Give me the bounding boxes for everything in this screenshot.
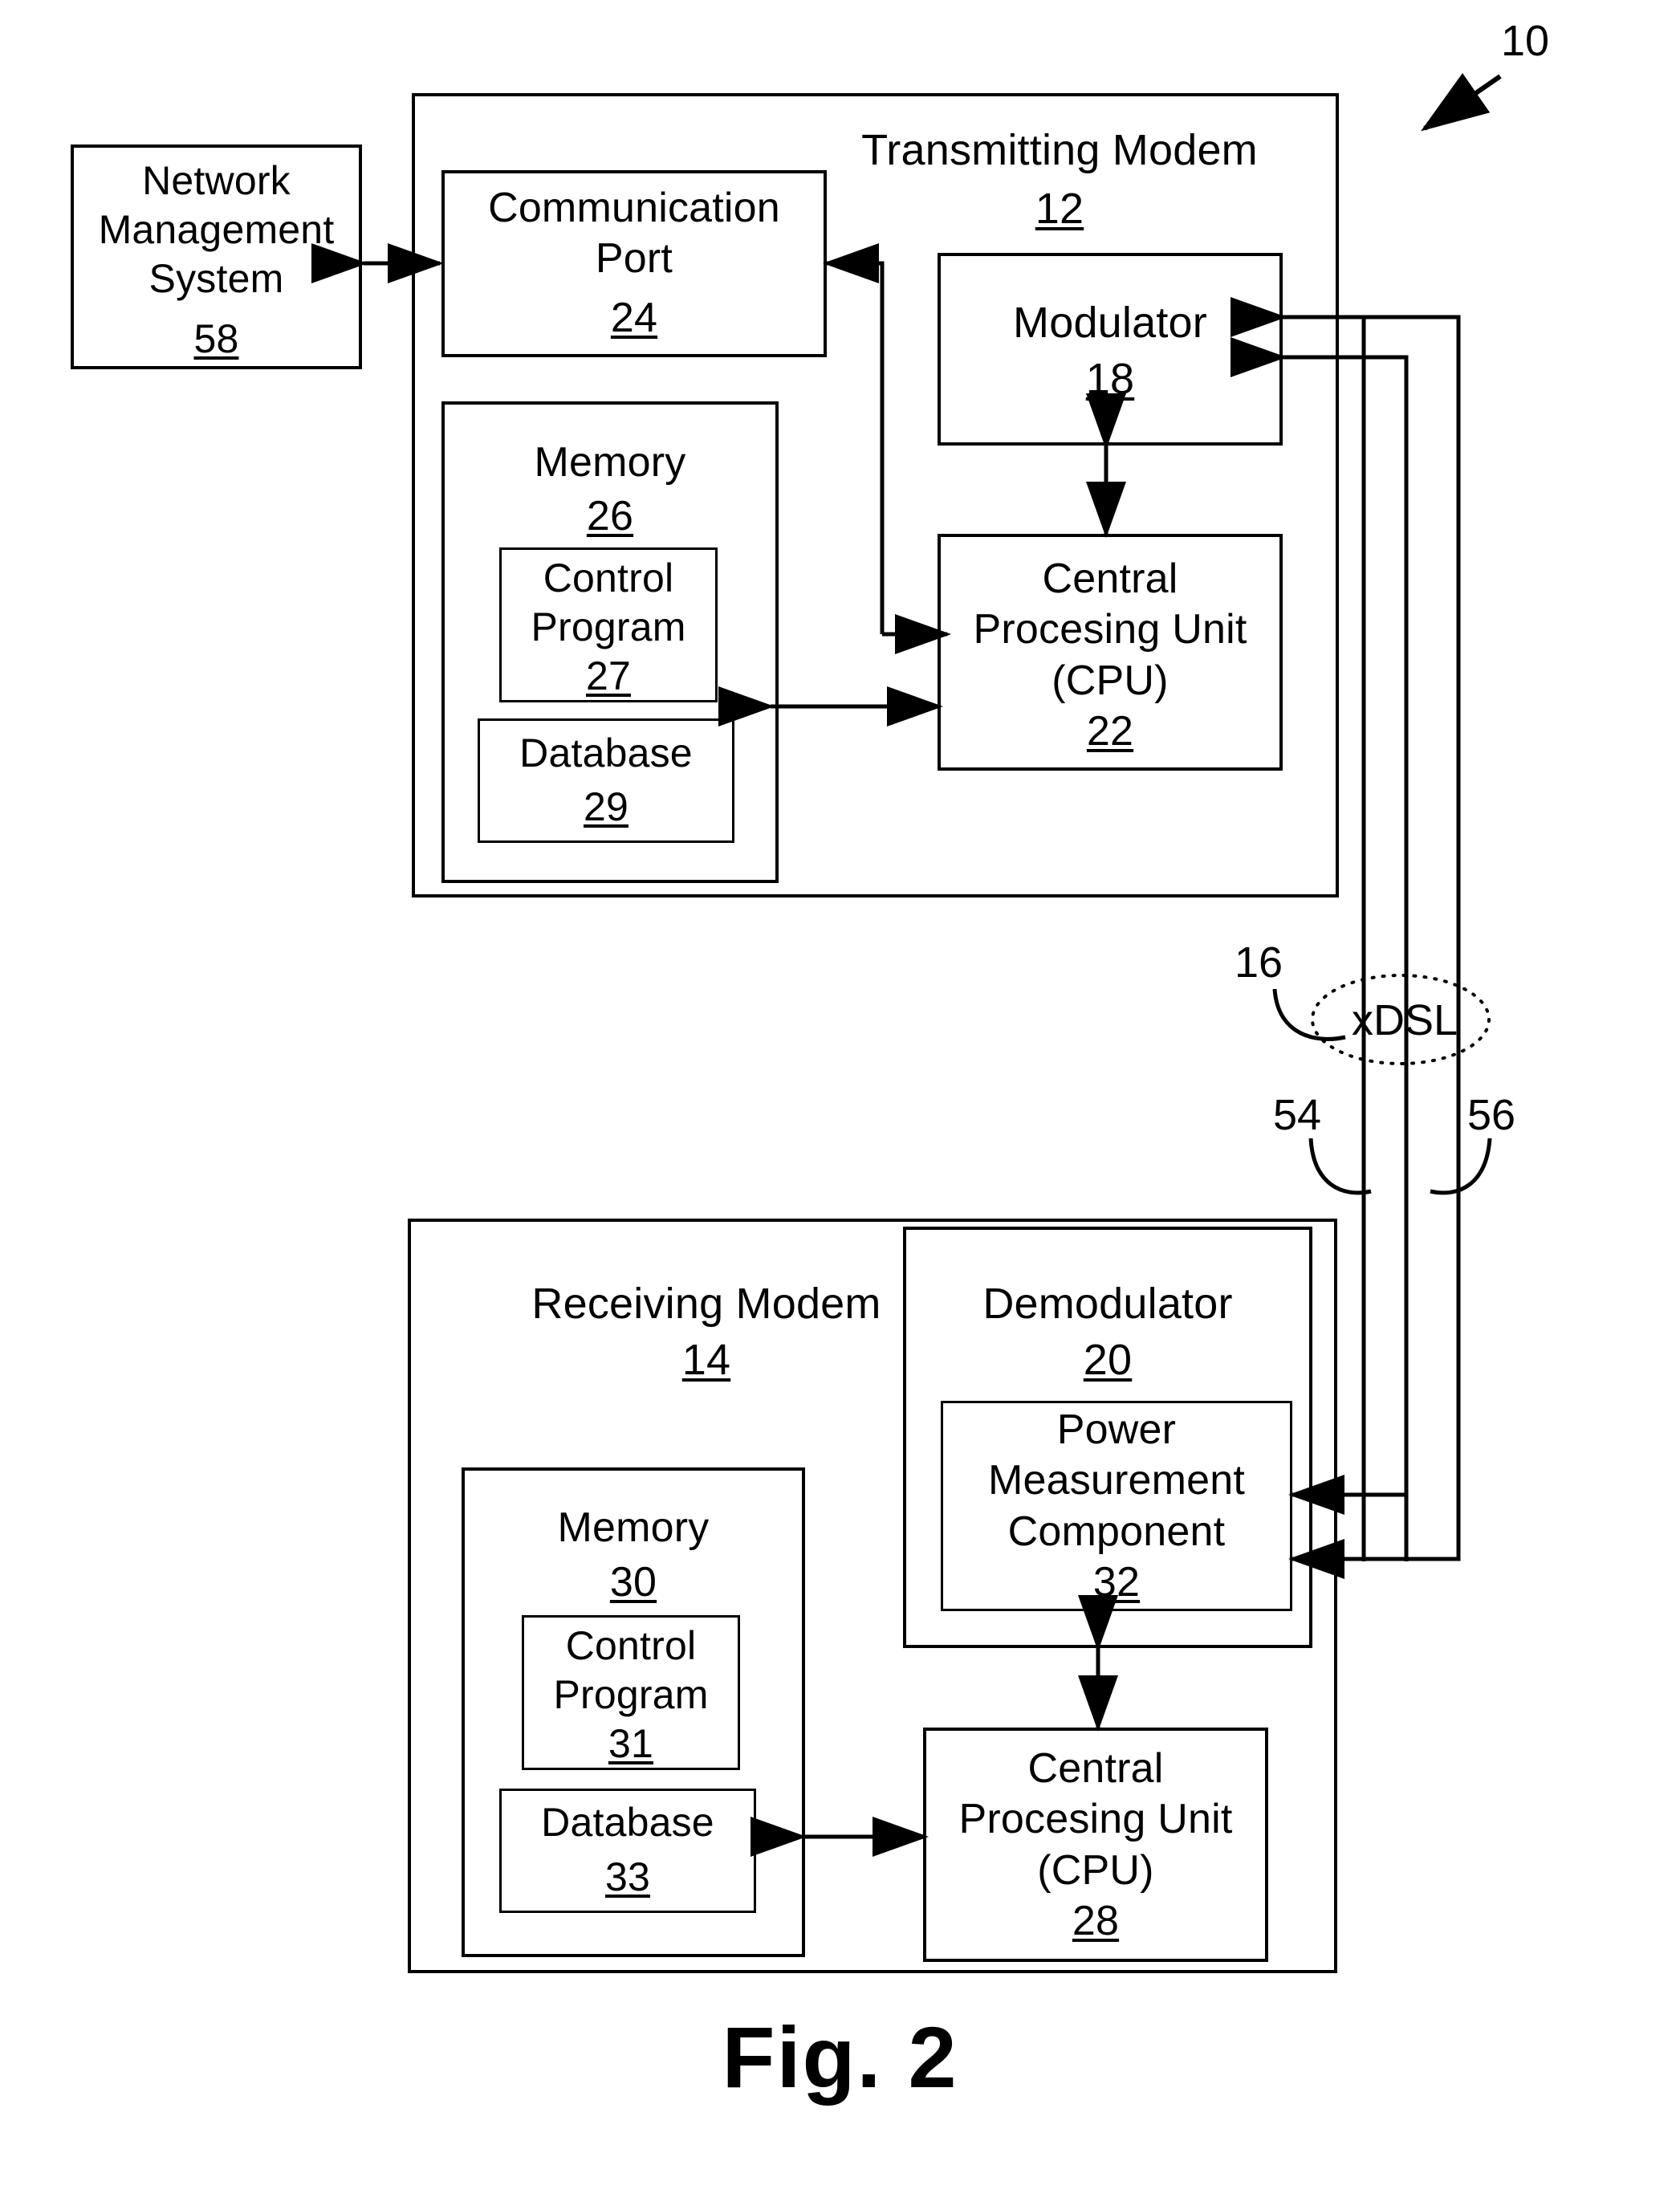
ref-xdsl-16: 16 <box>1234 938 1283 987</box>
rx-control-program-label: Control Program <box>553 1623 709 1717</box>
ref-nms-58: 58 <box>193 316 239 361</box>
transmitting-modem-title: Transmitting Modem <box>861 126 1258 174</box>
tx-control-program-label: Control Program <box>531 556 686 649</box>
receiving-modem-title: Receiving Modem <box>531 1280 881 1328</box>
ref-rx-cpu-28: 28 <box>1072 1898 1120 1944</box>
ref-upstream-54: 54 <box>1272 1091 1322 1139</box>
network-management-system-label: Network Management System <box>98 158 335 301</box>
ref-system-10: 10 <box>1500 17 1550 65</box>
ref-power-measurement-component-32: 32 <box>1092 1559 1141 1606</box>
ref-rx-database-33: 33 <box>604 1854 650 1899</box>
ref-rx-memory-30: 30 <box>609 1559 657 1606</box>
ref-tx-cpu-22: 22 <box>1086 708 1134 755</box>
communication-port-label: Communication Port <box>488 185 780 283</box>
ref-demodulator-20: 20 <box>1083 1336 1133 1384</box>
tx-cpu-label: Central Procesing Unit (CPU) <box>973 556 1247 704</box>
leader-10 <box>1421 72 1502 132</box>
rx-cpu-label: Central Procesing Unit (CPU) <box>958 1745 1233 1894</box>
rx-database-label: Database <box>541 1800 714 1845</box>
xdsl-line-pair <box>1361 317 1409 1561</box>
tx-memory-label: Memory <box>534 439 686 486</box>
modulator-label: Modulator <box>1013 299 1207 347</box>
tx-database-label: Database <box>519 731 693 775</box>
demodulator-label: Demodulator <box>982 1280 1233 1328</box>
ref-tx-database-29: 29 <box>583 784 628 829</box>
ref-transmitting-modem-12: 12 <box>1035 185 1084 233</box>
ref-tx-control-program-27: 27 <box>585 653 631 698</box>
rx-memory-label: Memory <box>557 1504 710 1551</box>
leader-56 <box>1430 1138 1492 1195</box>
ref-modulator-18: 18 <box>1085 355 1135 403</box>
ref-receiving-modem-14: 14 <box>681 1336 731 1384</box>
ref-downstream-56: 56 <box>1466 1091 1516 1139</box>
leader-54 <box>1308 1138 1372 1195</box>
xdsl-label: xDSL <box>1351 996 1458 1044</box>
figure-caption: Fig. 2 <box>722 2009 958 2106</box>
ref-rx-control-program-31: 31 <box>608 1721 653 1766</box>
ref-tx-memory-26: 26 <box>586 493 634 539</box>
ref-communication-port-24: 24 <box>610 295 658 341</box>
figure-page: 10 Network Management System 58 Transmit… <box>0 0 1680 2210</box>
power-measurement-component-label: Power Measurement Component <box>987 1406 1246 1555</box>
